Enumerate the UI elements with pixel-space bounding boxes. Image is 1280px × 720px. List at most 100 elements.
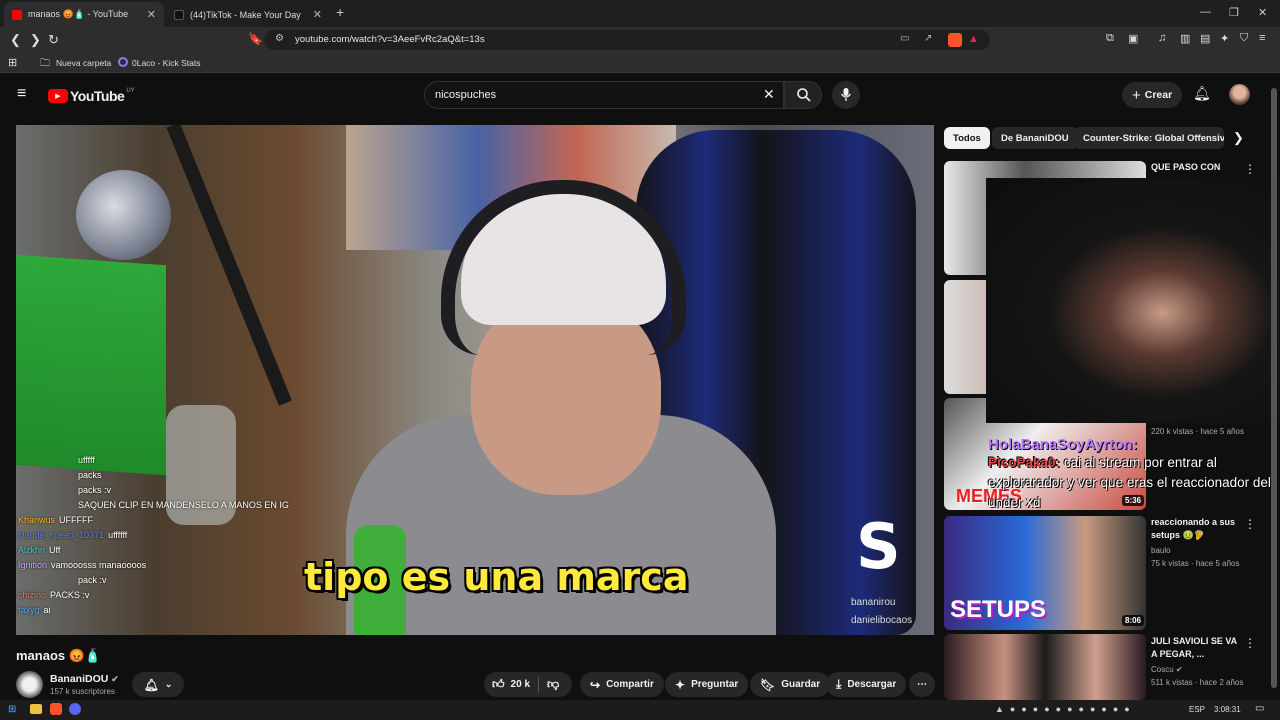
forward-icon[interactable]: ❯: [30, 32, 41, 48]
chat-username-2: PicoPaka0:: [988, 455, 1061, 470]
wallet-icon[interactable]: ▤: [1200, 32, 1210, 45]
chat-line: packs :v: [18, 485, 111, 495]
video-meta-5: 511 k vistas · hace 2 años: [1151, 678, 1244, 687]
voice-search-button[interactable]: [832, 81, 860, 109]
page-scrollbar[interactable]: [1271, 88, 1277, 688]
video-title-5[interactable]: JULI SAVIOLI SE VA A PEGAR, ...: [1151, 635, 1241, 661]
video-menu-icon[interactable]: ⋮: [1244, 636, 1256, 650]
share-page-icon[interactable]: ↗: [924, 33, 932, 44]
guide-menu-icon[interactable]: ≡: [17, 85, 26, 103]
bookmark-page-icon[interactable]: 🔖: [248, 32, 263, 46]
tab-youtube-title: manaos 😡🧴 - YouTube: [28, 9, 129, 19]
chat-line-user: faxyg: [18, 605, 40, 615]
discord-taskbar-icon[interactable]: [69, 703, 81, 715]
search-button[interactable]: [784, 81, 822, 109]
more-horizontal-icon: ⋯: [917, 679, 927, 690]
chat-line: pack :v: [18, 575, 107, 585]
notifications-icon[interactable]: ▭: [1255, 703, 1264, 714]
cast-icon[interactable]: ▭: [900, 33, 909, 44]
bookmark-kick-stats[interactable]: 0Laco - Kick Stats: [132, 58, 201, 68]
video-thumbnail[interactable]: [944, 634, 1146, 700]
more-actions-button[interactable]: ⋯: [909, 672, 935, 697]
video-channel-4[interactable]: baulo: [1151, 546, 1171, 555]
apps-grid-icon[interactable]: ⊞: [8, 56, 17, 69]
subscription-bell-button[interactable]: 🔔︎ ⌄: [132, 672, 184, 697]
clock[interactable]: 3:08:31: [1214, 705, 1241, 714]
reload-icon[interactable]: ↻: [48, 32, 59, 48]
site-info-icon[interactable]: ⚙: [275, 33, 284, 44]
back-icon[interactable]: ❮: [10, 32, 21, 48]
chat-line-user: chizino: [18, 590, 47, 600]
youtube-header: ≡ ▶ YouTube UY nicospuches ✕ + Crear 🔔︎: [0, 74, 1280, 116]
ask-button[interactable]: ✦ Preguntar: [665, 672, 749, 697]
new-tab-icon[interactable]: +: [336, 4, 344, 20]
browser-tab-strip: manaos 😡🧴 - YouTube ✕ (44)TikTok - Make …: [0, 0, 1280, 27]
folder-icon: 🗀: [40, 58, 50, 69]
tab-youtube[interactable]: manaos 😡🧴 - YouTube ✕: [4, 2, 164, 27]
like-count: 20 k: [510, 679, 531, 690]
chat-line-message: SAQUEN CLIP EN MANDENSELO A MANOS EN IG: [78, 500, 289, 510]
search-box[interactable]: nicospuches ✕: [424, 81, 784, 109]
keyboard-language[interactable]: ESP: [1189, 705, 1205, 714]
chips-next-icon[interactable]: ❯: [1233, 130, 1244, 146]
sparkle-icon: ✦: [675, 677, 686, 692]
screenshot-icon[interactable]: ▣: [1128, 32, 1138, 45]
chat-line-user: Alzkhn: [18, 545, 46, 555]
sidebar-icon[interactable]: ▥: [1180, 32, 1190, 45]
bookmark-nueva-carpeta[interactable]: Nueva carpeta: [56, 58, 111, 68]
dislike-button[interactable]: 👎︎: [547, 677, 559, 692]
brave-shields-icon[interactable]: [948, 33, 962, 47]
leo-icon[interactable]: ✦: [1220, 32, 1229, 45]
video-menu-icon[interactable]: ⋮: [1244, 162, 1256, 176]
address-bar[interactable]: ⚙ youtube.com/watch?v=3AeeFvRc2aQ&t=13s …: [264, 30, 990, 50]
brave-taskbar-icon[interactable]: [50, 703, 62, 715]
file-explorer-icon[interactable]: [30, 704, 42, 714]
system-tray-icons[interactable]: ▲●●●●●●●●●●●: [995, 704, 1136, 714]
restore-icon[interactable]: ❐: [1229, 6, 1239, 19]
download-button[interactable]: ⤓ Descargar: [826, 672, 907, 697]
channel-avatar[interactable]: [16, 671, 43, 698]
menu-icon[interactable]: ≡: [1259, 32, 1265, 44]
chip-from-channel[interactable]: De BananiDOU: [992, 127, 1078, 149]
video-menu-icon[interactable]: ⋮: [1244, 517, 1256, 531]
video-player[interactable]: ufffff packs packs :v SAQUEN CLIP EN MANDEN…: [16, 125, 934, 635]
watermark-logo: S: [856, 510, 901, 583]
video-title-4[interactable]: reaccionando a sus setups 🤢🦻: [1151, 516, 1239, 542]
media-icon[interactable]: ♫: [1158, 32, 1166, 44]
chat-line: packs: [18, 470, 102, 480]
extensions-icon[interactable]: ⧉: [1106, 32, 1114, 45]
close-tab-icon[interactable]: ✕: [313, 8, 322, 21]
brave-rewards-icon[interactable]: ▲: [968, 33, 979, 45]
chat-line: ufffff: [18, 455, 95, 465]
clear-search-icon[interactable]: ✕: [763, 86, 775, 103]
like-button[interactable]: 👍︎ 20 k: [484, 677, 530, 692]
download-label: Descargar: [847, 679, 897, 690]
create-button[interactable]: + Crear: [1122, 82, 1183, 108]
notifications-bell-icon[interactable]: 🔔︎: [1193, 85, 1211, 102]
account-avatar[interactable]: [1229, 84, 1250, 105]
video-thumbnail[interactable]: SETUPS: [944, 516, 1146, 630]
vpn-icon[interactable]: ⛉: [1240, 32, 1248, 45]
watermark-handle: danielibocaos: [851, 615, 913, 626]
chat-line-message: vamooosss manaoooos: [51, 560, 147, 570]
close-tab-icon[interactable]: ✕: [147, 8, 156, 21]
video-channel-5[interactable]: Coscu ✔: [1151, 665, 1183, 674]
region-code: UY: [126, 88, 135, 94]
chat-line-message: PACKS :v: [50, 590, 90, 600]
save-button[interactable]: 🔖︎ Guardar: [750, 672, 831, 697]
channel-name[interactable]: BananiDOU ✔: [50, 673, 119, 685]
chip-all[interactable]: Todos: [944, 127, 990, 149]
tab-tiktok[interactable]: (44)TikTok - Make Your Day ✕: [166, 2, 330, 27]
share-button[interactable]: ↪ Compartir: [580, 672, 664, 697]
minimize-icon[interactable]: —: [1200, 6, 1211, 18]
video-title-1[interactable]: QUE PASO CON: [1151, 161, 1220, 174]
ask-label: Preguntar: [691, 679, 739, 690]
chip-csgo[interactable]: Counter-Strike: Global Offensive: [1074, 127, 1224, 149]
green-screen-monitor: [16, 254, 166, 476]
thumbnail-text: SETUPS: [950, 596, 1047, 623]
close-window-icon[interactable]: ✕: [1258, 6, 1267, 19]
windows-start-icon[interactable]: ⊞: [8, 704, 16, 715]
chat-line-message: Uff: [49, 545, 61, 555]
search-input[interactable]: nicospuches: [435, 89, 496, 101]
youtube-logo[interactable]: ▶ YouTube UY: [48, 88, 135, 104]
